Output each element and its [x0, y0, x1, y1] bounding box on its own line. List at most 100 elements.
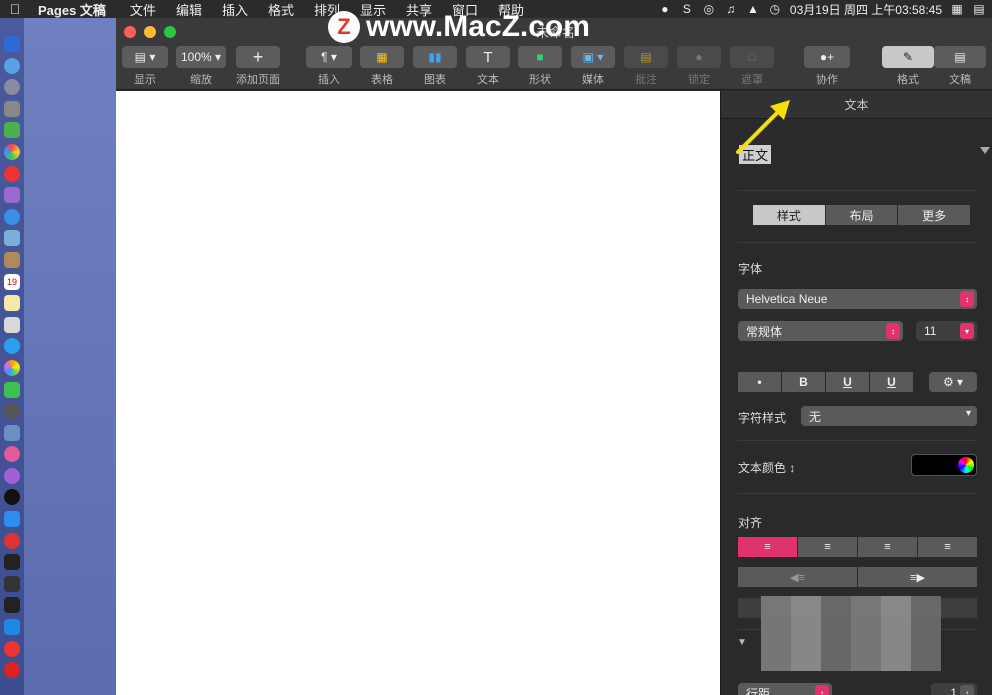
- globe-icon[interactable]: ◎: [702, 2, 716, 16]
- facetime-icon[interactable]: [4, 381, 20, 398]
- chart-control[interactable]: ▮▮ 图表: [413, 46, 457, 87]
- close-button[interactable]: [124, 26, 136, 38]
- align-left-icon[interactable]: ≡: [738, 537, 798, 557]
- android-icon[interactable]: [4, 122, 20, 139]
- insert-button[interactable]: ¶ ▾: [306, 46, 352, 68]
- launchpad-icon[interactable]: [4, 79, 20, 96]
- format-paintbrush-icon[interactable]: ✎: [882, 46, 934, 68]
- sogou-icon[interactable]: S: [680, 2, 694, 16]
- chrome-icon[interactable]: [4, 143, 20, 160]
- preview-icon[interactable]: [4, 230, 20, 247]
- messages-icon[interactable]: [4, 338, 20, 355]
- font-size-field[interactable]: 11 ▾: [916, 321, 977, 341]
- contacts-icon[interactable]: [4, 251, 20, 268]
- system-preferences-icon[interactable]: [4, 403, 20, 420]
- notification-icon[interactable]: ▲: [746, 2, 760, 16]
- collaborate-icon[interactable]: ●+: [804, 46, 850, 68]
- stepper-icon[interactable]: ↕: [960, 685, 974, 695]
- vivaldi-icon[interactable]: [4, 532, 20, 549]
- char-style-select[interactable]: 无 ▾: [801, 406, 977, 426]
- menu-file[interactable]: 文件: [130, 0, 156, 19]
- more-format-button[interactable]: •: [738, 372, 782, 392]
- ghost-icon[interactable]: ●: [658, 2, 672, 16]
- gear-icon[interactable]: ⚙ ▾: [929, 372, 977, 392]
- underline-button[interactable]: U: [870, 372, 914, 392]
- color-wheel-icon[interactable]: [958, 457, 974, 473]
- font-family-select[interactable]: Helvetica Neue ↕: [738, 289, 977, 309]
- italic-button[interactable]: U: [826, 372, 870, 392]
- fullscreen-button[interactable]: [164, 26, 176, 38]
- netease-music-icon[interactable]: [4, 662, 20, 679]
- yandex-icon[interactable]: [4, 640, 20, 657]
- add-page-button[interactable]: +: [236, 46, 280, 68]
- app-store-icon[interactable]: [4, 511, 20, 528]
- sidebar-toggle-icon[interactable]: ▤: [972, 2, 986, 16]
- stepper-icon[interactable]: ↕: [960, 291, 974, 307]
- stepper-icon[interactable]: ↕: [815, 685, 829, 695]
- line-spacing-select[interactable]: 行距 ↕: [738, 683, 832, 695]
- minimize-button[interactable]: [144, 26, 156, 38]
- music-icon[interactable]: ♫: [724, 2, 738, 16]
- app-menu[interactable]: Pages 文稿: [38, 0, 106, 19]
- document-icon[interactable]: ▤: [934, 46, 986, 68]
- control-icon[interactable]: ▦: [950, 2, 964, 16]
- podcasts-icon[interactable]: [4, 467, 20, 484]
- shape-icon[interactable]: ■: [518, 46, 562, 68]
- text-icon[interactable]: T: [466, 46, 510, 68]
- line-spacing-value-field[interactable]: 1 ↕: [931, 683, 977, 695]
- collaborate-control[interactable]: ●+ 协作: [804, 46, 850, 87]
- terminal-icon[interactable]: [4, 554, 20, 571]
- media-control[interactable]: ▣ ▾ 媒体: [571, 46, 615, 87]
- chevron-down-icon[interactable]: ▾: [960, 323, 974, 339]
- keynote-icon[interactable]: [4, 424, 20, 441]
- view-button[interactable]: ▤ ▾: [122, 46, 168, 68]
- calendar-icon[interactable]: 19: [4, 273, 20, 290]
- purple-app-icon[interactable]: [4, 187, 20, 204]
- itunes-icon[interactable]: [4, 446, 20, 463]
- apple-menu-icon[interactable]: : [0, 1, 30, 17]
- tab-more[interactable]: 更多: [898, 205, 972, 225]
- menubar-clock[interactable]: 03月19日 周四 上午03:58:45: [790, 1, 942, 18]
- format-control[interactable]: ✎ 格式: [882, 46, 934, 87]
- justify-icon[interactable]: ≡: [918, 537, 978, 557]
- menu-edit[interactable]: 编辑: [176, 0, 202, 19]
- maps-icon[interactable]: [4, 316, 20, 333]
- notes-icon[interactable]: [4, 295, 20, 312]
- text-control[interactable]: T 文本: [466, 46, 510, 87]
- add-page-control[interactable]: + 添加页面: [236, 46, 280, 87]
- compass-icon[interactable]: [4, 208, 20, 225]
- insert-control[interactable]: ¶ ▾ 插入: [306, 46, 352, 87]
- safari-icon[interactable]: [4, 57, 20, 74]
- zoom-select[interactable]: 100% ▾: [176, 46, 226, 68]
- rocket-icon[interactable]: [4, 100, 20, 117]
- red-app-icon[interactable]: [4, 165, 20, 182]
- bold-button[interactable]: B: [782, 372, 826, 392]
- disclosure-triangle-icon[interactable]: ▼: [737, 637, 747, 648]
- vpn-icon[interactable]: [4, 619, 20, 636]
- chart-icon[interactable]: ▮▮: [413, 46, 457, 68]
- time-machine-icon[interactable]: ◷: [768, 2, 782, 16]
- shape-control[interactable]: ■ 形状: [518, 46, 562, 87]
- font-style-select[interactable]: 常规体 ↕: [738, 321, 903, 341]
- align-center-icon[interactable]: ≡: [798, 537, 858, 557]
- stepper-icon[interactable]: ↕: [886, 323, 900, 339]
- table-control[interactable]: ▦ 表格: [360, 46, 404, 87]
- tab-style[interactable]: 样式: [753, 205, 826, 225]
- tab-layout[interactable]: 布局: [825, 205, 899, 225]
- increase-indent-icon[interactable]: ≡▶: [858, 567, 978, 587]
- activity-monitor-icon[interactable]: [4, 575, 20, 592]
- decrease-indent-icon[interactable]: ◀≡: [738, 567, 858, 587]
- menu-format[interactable]: 格式: [268, 0, 294, 19]
- view-control[interactable]: ▤ ▾ 显示: [122, 46, 168, 87]
- apple-tv-icon[interactable]: [4, 489, 20, 506]
- chevron-down-icon[interactable]: [980, 147, 990, 154]
- document-control[interactable]: ▤ 文稿: [934, 46, 986, 87]
- document-canvas[interactable]: [116, 91, 720, 695]
- align-right-icon[interactable]: ≡: [858, 537, 918, 557]
- finder-icon[interactable]: [4, 36, 20, 52]
- zoom-control[interactable]: 100% ▾ 缩放: [176, 46, 226, 87]
- photos-icon[interactable]: [4, 359, 20, 376]
- media-icon[interactable]: ▣ ▾: [571, 46, 615, 68]
- menu-insert[interactable]: 插入: [222, 0, 248, 19]
- table-icon[interactable]: ▦: [360, 46, 404, 68]
